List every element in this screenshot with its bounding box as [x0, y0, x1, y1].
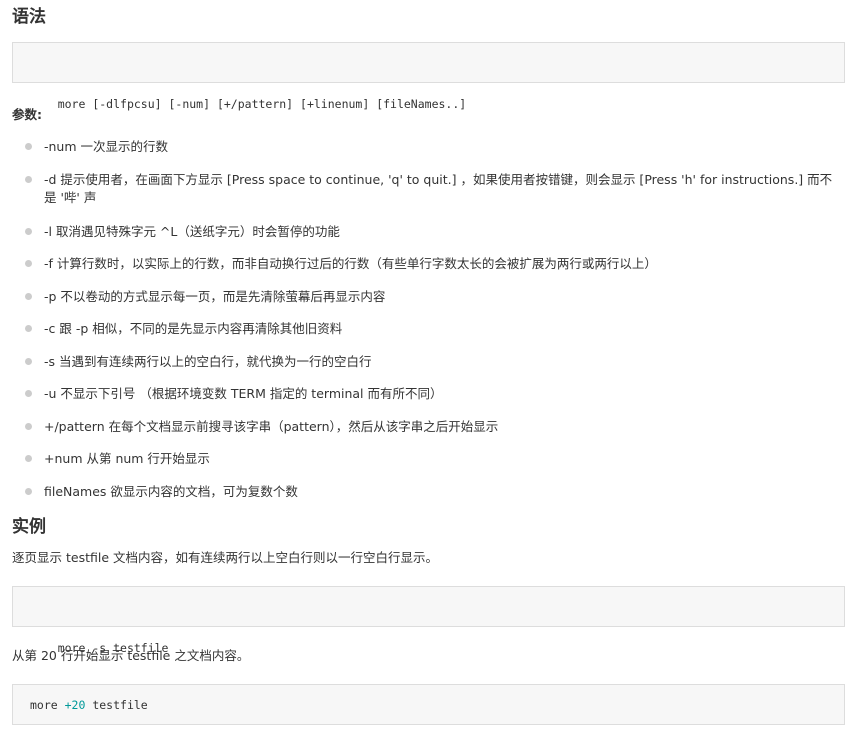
list-item: -p 不以卷动的方式显示每一页，而是先清除萤幕后再显示内容	[25, 288, 844, 306]
bullet-icon	[25, 455, 32, 462]
bullet-icon	[25, 176, 32, 183]
syntax-heading: 语法	[12, 7, 46, 27]
list-item: -num 一次显示的行数	[25, 138, 844, 156]
example1-description: 逐页显示 testfile 文档内容，如有连续两行以上空白行则以一行空白行显示。	[12, 550, 438, 565]
params-heading: 参数:	[12, 107, 42, 122]
list-item: -l 取消遇见特殊字元 ^L（送纸字元）时会暂停的功能	[25, 223, 844, 241]
bullet-icon	[25, 325, 32, 332]
list-item: -s 当遇到有连续两行以上的空白行，就代换为一行的空白行	[25, 353, 844, 371]
list-item: -c 跟 -p 相似，不同的是先显示内容再清除其他旧资料	[25, 320, 844, 338]
bullet-icon	[25, 228, 32, 235]
list-item: +/pattern 在每个文档显示前搜寻该字串（pattern），然后从该字串之…	[25, 418, 844, 436]
article-content: 语法 more [-dlfpcsu] [-num] [+/pattern] [+…	[0, 0, 858, 731]
list-item: -u 不显示下引号 （根据环境变数 TERM 指定的 terminal 而有所不…	[25, 385, 844, 403]
example1-code-block[interactable]: more -s testfile	[12, 586, 845, 655]
example2-code-file: testfile	[85, 698, 148, 712]
example2-code-block[interactable]: more +20 testfile	[12, 684, 845, 725]
bullet-icon	[25, 423, 32, 430]
bullet-icon	[25, 358, 32, 365]
example2-code-cmd: more	[30, 698, 65, 712]
bullet-icon	[25, 260, 32, 267]
example2-description: 从第 20 行开始显示 testfile 之文档内容。	[12, 648, 250, 663]
syntax-code-block[interactable]: more [-dlfpcsu] [-num] [+/pattern] [+lin…	[12, 42, 845, 111]
bullet-icon	[25, 390, 32, 397]
examples-heading: 实例	[12, 517, 46, 537]
list-item: -f 计算行数时，以实际上的行数，而非自动换行过后的行数（有些单行字数太长的会被…	[25, 255, 844, 273]
list-item: -d 提示使用者，在画面下方显示 [Press space to continu…	[25, 171, 844, 207]
example2-code-num: +20	[64, 698, 86, 712]
syntax-code: more [-dlfpcsu] [-num] [+/pattern] [+lin…	[57, 97, 467, 111]
list-item: fileNames 欲显示内容的文档，可为复数个数	[25, 483, 844, 501]
bullet-icon	[25, 488, 32, 495]
list-item: +num 从第 num 行开始显示	[25, 450, 844, 468]
bullet-icon	[25, 293, 32, 300]
bullet-icon	[25, 143, 32, 150]
